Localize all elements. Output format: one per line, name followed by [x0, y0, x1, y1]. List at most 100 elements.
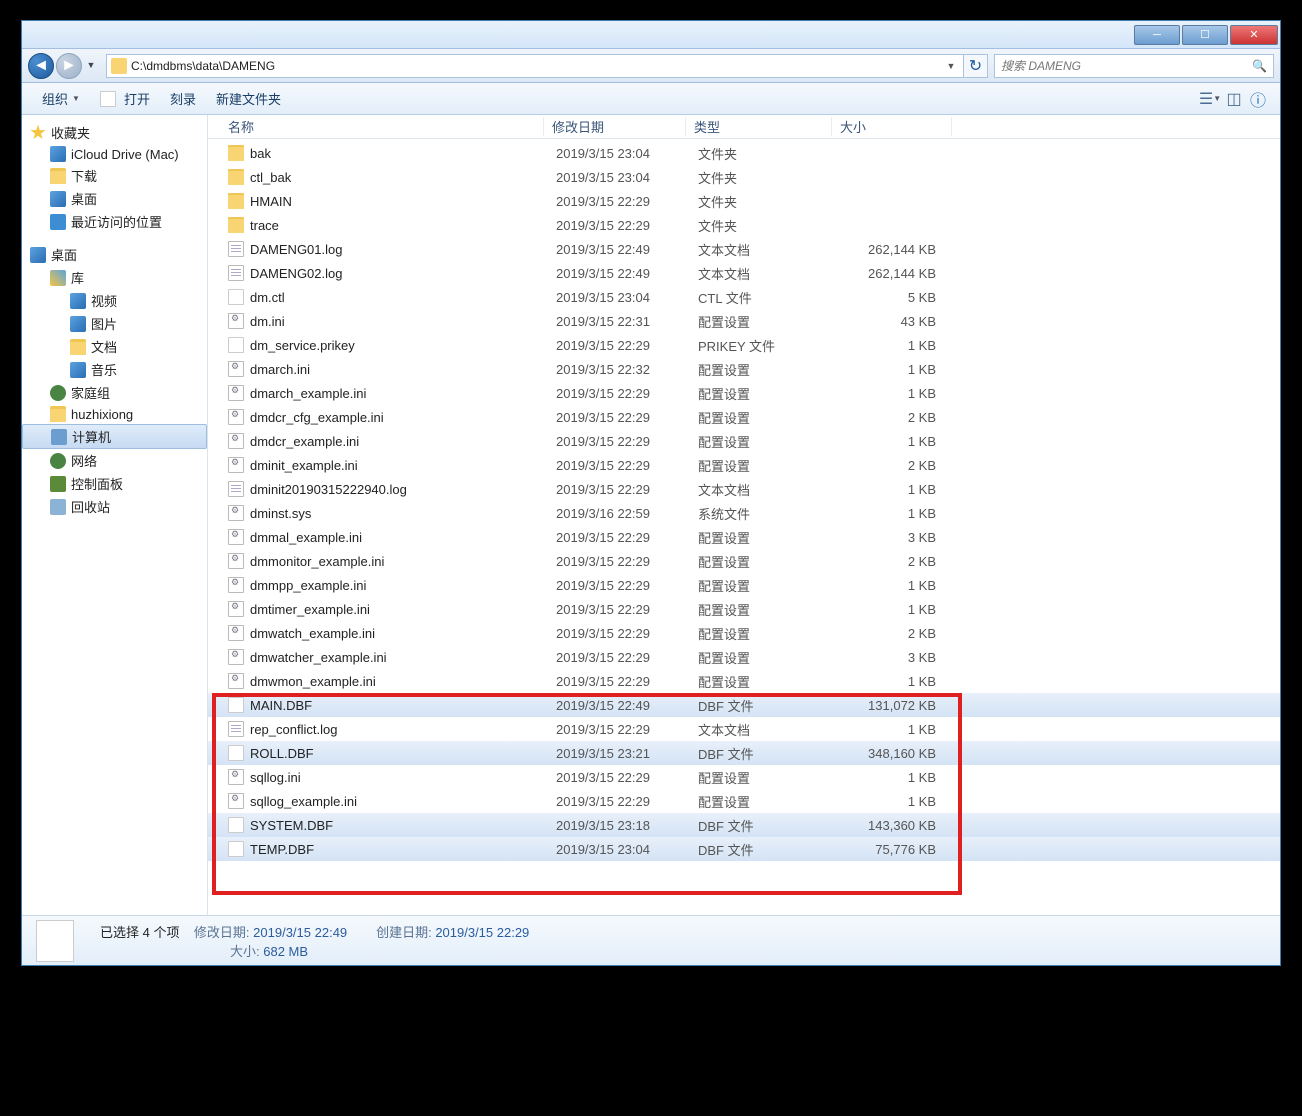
sidebar-homegroup[interactable]: 家庭组: [22, 381, 207, 404]
file-row[interactable]: DAMENG01.log2019/3/15 22:49文本文档262,144 K…: [208, 237, 1280, 261]
file-row[interactable]: dmtimer_example.ini2019/3/15 22:29配置设置1 …: [208, 597, 1280, 621]
file-row[interactable]: dmarch.ini2019/3/15 22:32配置设置1 KB: [208, 357, 1280, 381]
file-row[interactable]: DAMENG02.log2019/3/15 22:49文本文档262,144 K…: [208, 261, 1280, 285]
close-button[interactable]: ✕: [1230, 25, 1278, 45]
sidebar-network[interactable]: 网络: [22, 449, 207, 472]
organize-menu[interactable]: 组织 ▼: [32, 85, 90, 112]
recent-dropdown[interactable]: ▼: [84, 53, 98, 77]
file-size: 43 KB: [844, 314, 944, 329]
file-row[interactable]: dm_service.prikey2019/3/15 22:29PRIKEY 文…: [208, 333, 1280, 357]
file-row[interactable]: SYSTEM.DBF2019/3/15 23:18DBF 文件143,360 K…: [208, 813, 1280, 837]
file-row[interactable]: dminit20190315222940.log2019/3/15 22:29文…: [208, 477, 1280, 501]
file-row[interactable]: sqllog_example.ini2019/3/15 22:29配置设置1 K…: [208, 789, 1280, 813]
file-row[interactable]: dmmonitor_example.ini2019/3/15 22:29配置设置…: [208, 549, 1280, 573]
address-dropdown[interactable]: ▼: [943, 61, 959, 71]
file-row[interactable]: TEMP.DBF2019/3/15 23:04DBF 文件75,776 KB: [208, 837, 1280, 861]
file-row[interactable]: ctl_bak2019/3/15 23:04文件夹: [208, 165, 1280, 189]
sidebar-libraries[interactable]: 库: [22, 266, 207, 289]
sidebar-recent[interactable]: 最近访问的位置: [22, 210, 207, 233]
file-name: dmwatch_example.ini: [250, 626, 375, 641]
sidebar: 收藏夹 iCloud Drive (Mac) 下载 桌面 最近访问的位置 桌面 …: [22, 115, 208, 915]
col-name[interactable]: 名称: [208, 117, 544, 136]
sidebar-cpanel[interactable]: 控制面板: [22, 472, 207, 495]
file-type-icon: [228, 289, 244, 305]
file-row[interactable]: dmdcr_cfg_example.ini2019/3/15 22:29配置设置…: [208, 405, 1280, 429]
file-type-icon: [228, 169, 244, 185]
file-date: 2019/3/15 22:49: [556, 266, 698, 281]
burn-button[interactable]: 刻录: [160, 85, 206, 112]
help-button[interactable]: ⓘ: [1246, 87, 1270, 111]
file-date: 2019/3/15 22:29: [556, 674, 698, 689]
col-type[interactable]: 类型: [686, 117, 832, 136]
sidebar-desktop2[interactable]: 桌面: [22, 243, 207, 266]
file-row[interactable]: rep_conflict.log2019/3/15 22:29文本文档1 KB: [208, 717, 1280, 741]
file-row[interactable]: bak2019/3/15 23:04文件夹: [208, 141, 1280, 165]
file-row[interactable]: dmdcr_example.ini2019/3/15 22:29配置设置1 KB: [208, 429, 1280, 453]
sidebar-desktop[interactable]: 桌面: [22, 187, 207, 210]
file-date: 2019/3/15 22:29: [556, 554, 698, 569]
file-name: MAIN.DBF: [250, 698, 312, 713]
file-row[interactable]: dminit_example.ini2019/3/15 22:29配置设置2 K…: [208, 453, 1280, 477]
file-row[interactable]: dmmpp_example.ini2019/3/15 22:29配置设置1 KB: [208, 573, 1280, 597]
forward-button[interactable]: ►: [56, 53, 82, 79]
sidebar-pictures[interactable]: 图片: [22, 312, 207, 335]
file-date: 2019/3/15 22:29: [556, 530, 698, 545]
sidebar-downloads[interactable]: 下载: [22, 164, 207, 187]
col-date[interactable]: 修改日期: [544, 117, 686, 136]
file-row[interactable]: dmmal_example.ini2019/3/15 22:29配置设置3 KB: [208, 525, 1280, 549]
file-row[interactable]: sqllog.ini2019/3/15 22:29配置设置1 KB: [208, 765, 1280, 789]
refresh-button[interactable]: ↻: [964, 54, 988, 78]
maximize-button[interactable]: ☐: [1182, 25, 1228, 45]
open-button[interactable]: 打开: [90, 85, 160, 112]
file-row[interactable]: dmwatcher_example.ini2019/3/15 22:29配置设置…: [208, 645, 1280, 669]
file-row[interactable]: MAIN.DBF2019/3/15 22:49DBF 文件131,072 KB: [208, 693, 1280, 717]
sidebar-icloud[interactable]: iCloud Drive (Mac): [22, 144, 207, 164]
file-date: 2019/3/15 22:29: [556, 578, 698, 593]
file-name: ROLL.DBF: [250, 746, 314, 761]
sidebar-music[interactable]: 音乐: [22, 358, 207, 381]
sidebar-user[interactable]: huzhixiong: [22, 404, 207, 424]
file-row[interactable]: dmwmon_example.ini2019/3/15 22:29配置设置1 K…: [208, 669, 1280, 693]
file-type: 配置设置: [698, 360, 844, 379]
sidebar-computer[interactable]: 计算机: [22, 424, 207, 449]
view-options-button[interactable]: ☰ ▼: [1198, 87, 1222, 111]
file-size: 5 KB: [844, 290, 944, 305]
file-row[interactable]: dm.ctl2019/3/15 23:04CTL 文件5 KB: [208, 285, 1280, 309]
file-name: DAMENG01.log: [250, 242, 342, 257]
file-type: 文本文档: [698, 264, 844, 283]
file-row[interactable]: dmarch_example.ini2019/3/15 22:29配置设置1 K…: [208, 381, 1280, 405]
file-type-icon: [228, 265, 244, 281]
file-type: 配置设置: [698, 600, 844, 619]
file-row[interactable]: dminst.sys2019/3/16 22:59系统文件1 KB: [208, 501, 1280, 525]
file-row[interactable]: trace2019/3/15 22:29文件夹: [208, 213, 1280, 237]
file-pane: 名称 修改日期 类型 大小 bak2019/3/15 23:04文件夹ctl_b…: [208, 115, 1280, 915]
file-row[interactable]: HMAIN2019/3/15 22:29文件夹: [208, 189, 1280, 213]
file-row[interactable]: ROLL.DBF2019/3/15 23:21DBF 文件348,160 KB: [208, 741, 1280, 765]
sidebar-recycle[interactable]: 回收站: [22, 495, 207, 518]
file-type: 配置设置: [698, 456, 844, 475]
document-icon: [70, 339, 86, 355]
column-headers: 名称 修改日期 类型 大小: [208, 115, 1280, 139]
file-name: dminst.sys: [250, 506, 311, 521]
address-bar[interactable]: C:\dmdbms\data\DAMENG ▼: [106, 54, 964, 78]
sidebar-documents[interactable]: 文档: [22, 335, 207, 358]
file-size: 75,776 KB: [844, 842, 944, 857]
new-folder-button[interactable]: 新建文件夹: [206, 85, 291, 112]
star-icon: [30, 125, 46, 141]
file-row[interactable]: dmwatch_example.ini2019/3/15 22:29配置设置2 …: [208, 621, 1280, 645]
file-size: 2 KB: [844, 458, 944, 473]
minimize-button[interactable]: ─: [1134, 25, 1180, 45]
preview-pane-button[interactable]: ◫: [1222, 87, 1246, 111]
sidebar-videos[interactable]: 视频: [22, 289, 207, 312]
file-row[interactable]: dm.ini2019/3/15 22:31配置设置43 KB: [208, 309, 1280, 333]
search-box[interactable]: 🔍: [994, 54, 1274, 78]
sidebar-favorites[interactable]: 收藏夹: [22, 121, 207, 144]
file-size: 3 KB: [844, 530, 944, 545]
back-button[interactable]: ◄: [28, 53, 54, 79]
col-size[interactable]: 大小: [832, 117, 952, 136]
search-input[interactable]: [1001, 59, 1252, 73]
file-date: 2019/3/15 22:29: [556, 194, 698, 209]
search-icon[interactable]: 🔍: [1252, 59, 1267, 73]
file-name: HMAIN: [250, 194, 292, 209]
file-type-icon: [228, 649, 244, 665]
